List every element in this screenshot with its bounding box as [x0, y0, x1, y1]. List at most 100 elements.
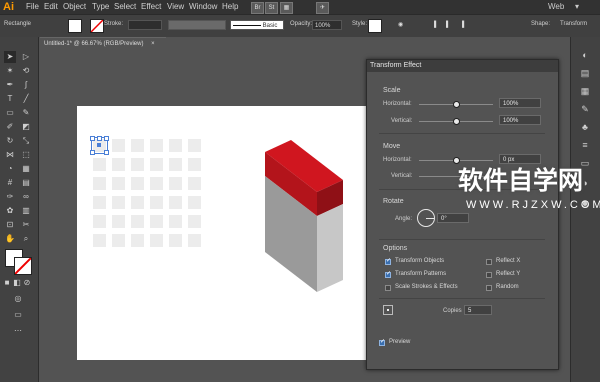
slice-tool-icon[interactable]: ✂: [20, 219, 32, 231]
fill-swatch[interactable]: [68, 19, 82, 33]
stock-button[interactable]: St: [265, 2, 278, 14]
random-checkbox[interactable]: [486, 285, 492, 291]
gradient-tool-icon[interactable]: ▤: [20, 177, 32, 189]
graphic-style-swatch[interactable]: [368, 19, 382, 33]
menu-edit[interactable]: Edit: [44, 0, 58, 14]
align-left-icon[interactable]: ▐: [432, 20, 436, 30]
brushes-panel-icon[interactable]: ✎: [578, 103, 592, 115]
reference-point-icon[interactable]: [383, 305, 393, 315]
recolor-icon[interactable]: ◉: [398, 20, 403, 30]
direct-selection-tool-icon[interactable]: ▷: [20, 51, 32, 63]
screen-mode-icon[interactable]: ▭: [12, 309, 24, 321]
artboard-tool-icon[interactable]: ⊡: [4, 219, 16, 231]
magic-wand-tool-icon[interactable]: ✶: [4, 65, 16, 77]
gpu-performance-icon[interactable]: ✈: [316, 2, 329, 14]
blend-tool-icon[interactable]: ∞: [20, 191, 32, 203]
resize-handle[interactable]: [104, 150, 109, 155]
preview-checkbox[interactable]: [379, 338, 385, 346]
type-tool-icon[interactable]: T: [4, 93, 16, 105]
chevron-down-icon[interactable]: ▾: [575, 0, 579, 14]
menu-file[interactable]: File: [26, 0, 39, 14]
move-horizontal-field[interactable]: 0 px: [499, 154, 541, 164]
draw-mode-icon[interactable]: ◎: [12, 293, 24, 305]
reflect-x-checkbox[interactable]: [486, 259, 492, 265]
resize-handle[interactable]: [90, 150, 95, 155]
shape-builder-tool-icon[interactable]: ◔: [4, 163, 16, 175]
zoom-tool-icon[interactable]: ⌕: [20, 233, 32, 245]
color-guide-icon[interactable]: ▤: [578, 67, 592, 79]
lasso-tool-icon[interactable]: ⟲: [20, 65, 32, 77]
color-panel-icon[interactable]: ◐: [578, 49, 592, 61]
angle-field[interactable]: 0°: [437, 213, 469, 223]
scale-vertical-field[interactable]: 100%: [499, 115, 541, 125]
paintbrush-tool-icon[interactable]: ✎: [20, 107, 32, 119]
selection-tool-icon[interactable]: ➤: [4, 51, 16, 63]
workspace-switcher[interactable]: Web: [548, 0, 564, 14]
rotate-tool-icon[interactable]: ↻: [4, 135, 16, 147]
close-icon[interactable]: ×: [151, 41, 155, 47]
shaper-tool-icon[interactable]: ✐: [4, 121, 16, 133]
artboard[interactable]: [77, 106, 367, 360]
menu-effect[interactable]: Effect: [141, 0, 161, 14]
column-graph-tool-icon[interactable]: ▥: [20, 205, 32, 217]
width-tool-icon[interactable]: ⋈: [4, 149, 16, 161]
menu-select[interactable]: Select: [114, 0, 136, 14]
shape-label[interactable]: Shape:: [531, 21, 550, 27]
symbol-sprayer-tool-icon[interactable]: ✿: [4, 205, 16, 217]
angle-dial[interactable]: [417, 209, 435, 227]
scale-strokes-checkbox[interactable]: [385, 285, 391, 291]
menu-help[interactable]: Help: [222, 0, 238, 14]
line-tool-icon[interactable]: ╱: [20, 93, 32, 105]
stroke-weight-field[interactable]: [128, 20, 162, 30]
align-right-icon[interactable]: ▐: [460, 20, 464, 30]
stroke-panel-icon[interactable]: ≡: [578, 139, 592, 151]
align-center-icon[interactable]: ▌: [446, 20, 450, 30]
bridge-button[interactable]: Br: [251, 2, 264, 14]
document-tab[interactable]: Untitled-1* @ 66.67% (RGB/Preview) ×: [40, 37, 166, 49]
curvature-tool-icon[interactable]: ∫: [20, 79, 32, 91]
fill-mode-none-icon[interactable]: ⊘: [23, 277, 31, 289]
reflect-y-checkbox[interactable]: [486, 272, 492, 278]
fill-mode-gradient-icon[interactable]: ◧: [13, 277, 21, 289]
stroke-color-box[interactable]: [14, 257, 32, 275]
copies-field[interactable]: 5: [464, 305, 492, 315]
rectangle-tool-icon[interactable]: ▭: [4, 107, 16, 119]
scale-horizontal-slider-handle[interactable]: [453, 101, 460, 108]
rotate-heading: Rotate: [383, 198, 404, 205]
mesh-tool-icon[interactable]: #: [4, 177, 16, 189]
move-horizontal-slider-handle[interactable]: [453, 157, 460, 164]
swatches-panel-icon[interactable]: ▦: [578, 85, 592, 97]
stroke-swatch[interactable]: [90, 19, 104, 33]
opacity-field[interactable]: 100%: [312, 20, 342, 30]
grid-tile: [169, 139, 182, 152]
fill-mode-color-icon[interactable]: ■: [3, 277, 11, 289]
edit-toolbar-icon[interactable]: ⋯: [12, 325, 24, 337]
scale-horizontal-field[interactable]: 100%: [499, 98, 541, 108]
eyedropper-tool-icon[interactable]: ✑: [4, 191, 16, 203]
transform-link[interactable]: Transform: [560, 21, 587, 27]
variable-width-profile[interactable]: [168, 20, 226, 30]
eraser-tool-icon[interactable]: ◩: [20, 121, 32, 133]
perspective-grid-tool-icon[interactable]: ▦: [20, 163, 32, 175]
divider: [379, 239, 545, 240]
scale-vertical-slider-handle[interactable]: [453, 118, 460, 125]
brush-definition[interactable]: Basic: [230, 20, 284, 30]
transform-patterns-checkbox[interactable]: [385, 270, 391, 278]
menu-view[interactable]: View: [167, 0, 184, 14]
pen-tool-icon[interactable]: ✒: [4, 79, 16, 91]
scale-tool-icon[interactable]: ⤡: [20, 135, 32, 147]
menu-object[interactable]: Object: [63, 0, 86, 14]
selection-bounding-box[interactable]: [90, 136, 109, 155]
resize-handle[interactable]: [97, 136, 102, 141]
resize-handle[interactable]: [104, 136, 109, 141]
free-transform-tool-icon[interactable]: ⬚: [20, 149, 32, 161]
menu-window[interactable]: Window: [189, 0, 217, 14]
menu-type[interactable]: Type: [92, 0, 109, 14]
symbols-panel-icon[interactable]: ♣: [578, 121, 592, 133]
transform-objects-checkbox[interactable]: [385, 257, 391, 265]
hand-tool-icon[interactable]: ✋: [4, 233, 16, 245]
scale-vertical-label: Vertical:: [391, 118, 413, 124]
resize-handle[interactable]: [90, 136, 95, 141]
style-label: Style:: [352, 21, 368, 27]
arrange-documents-icon[interactable]: ▦: [280, 2, 293, 14]
